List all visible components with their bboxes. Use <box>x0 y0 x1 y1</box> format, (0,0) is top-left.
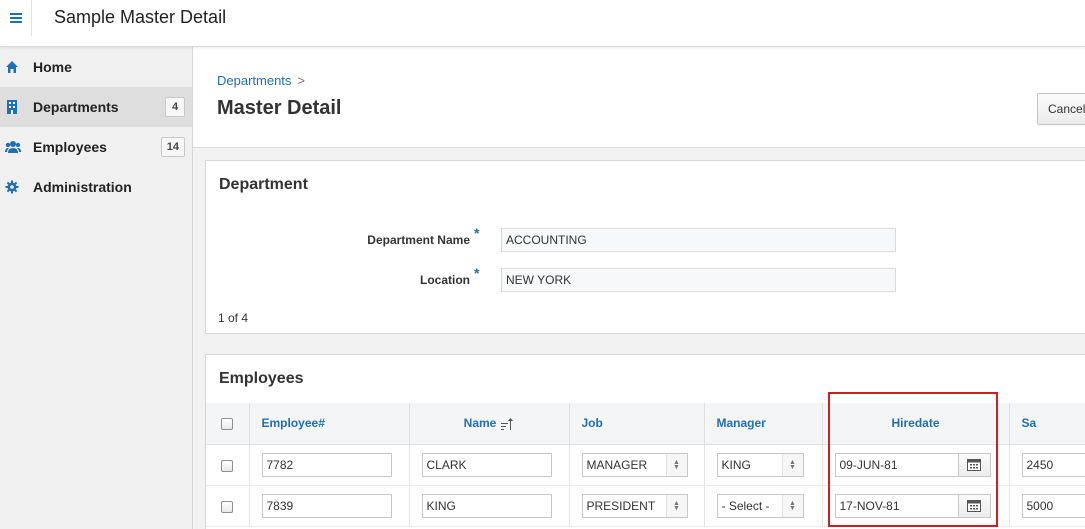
manager-cell: KING ▲ ▼ <box>704 444 823 486</box>
column-header-employee[interactable]: Employee# <box>249 403 410 445</box>
select-arrows-icon: ▲ ▼ <box>781 453 803 476</box>
hiredate-input[interactable]: 17-NOV-81 <box>834 493 959 518</box>
sidebar-item-label: Administration <box>33 179 132 195</box>
name-input[interactable]: KING <box>421 493 552 518</box>
name-cell: KING <box>409 485 570 527</box>
sidebar-item-label: Departments <box>33 99 119 115</box>
sidebar-item-label: Employees <box>33 139 107 155</box>
select-all-cell <box>206 403 250 445</box>
employee-number-cell: 7839 <box>249 485 410 527</box>
employees-region: Employees Employee# Name Job Manager Hir… <box>205 354 1085 529</box>
record-pager: 1 of 4 <box>218 311 249 325</box>
table-row: 7782 CLARK MANAGER ▲ ▼ KING ▲ ▼ 09-JUN-81 24… <box>206 444 1085 486</box>
salary-cell: 5000 <box>1009 485 1085 527</box>
breadcrumb-link-departments[interactable]: Departments <box>217 73 291 88</box>
row-checkbox[interactable] <box>221 500 234 513</box>
department-name-field[interactable]: ACCOUNTING <box>501 228 896 252</box>
breadcrumb-separator: > <box>297 73 306 88</box>
manager-select[interactable]: - Select - ▲ ▼ <box>716 493 804 518</box>
select-all-checkbox[interactable] <box>221 418 234 431</box>
select-arrows-icon: ▲ ▼ <box>665 494 687 517</box>
calendar-button[interactable] <box>958 452 991 477</box>
location-field[interactable]: NEW YORK <box>501 268 896 292</box>
name-input[interactable]: CLARK <box>421 452 552 477</box>
table-row: 7839 KING PRESIDENT ▲ ▼ - Select - ▲ ▼ 17-NO… <box>206 485 1085 527</box>
region-title: Department <box>219 176 308 193</box>
navigation-menu-button[interactable] <box>0 0 32 36</box>
select-value: PRESIDENT <box>586 498 656 513</box>
select-value: - Select - <box>721 498 770 513</box>
department-name-row: Department Name * ACCOUNTING <box>206 225 1085 252</box>
column-header-manager[interactable]: Manager <box>704 403 823 445</box>
building-icon <box>7 100 17 114</box>
job-select[interactable]: MANAGER ▲ ▼ <box>581 452 688 477</box>
hiredate-input[interactable]: 09-JUN-81 <box>834 452 959 477</box>
home-icon <box>6 61 18 73</box>
required-indicator: * <box>474 265 480 281</box>
app-title: Sample Master Detail <box>54 7 227 27</box>
count-badge: 4 <box>165 97 185 117</box>
column-header-job[interactable]: Job <box>569 403 705 445</box>
name-cell: CLARK <box>409 444 570 486</box>
column-header-hiredate[interactable]: Hiredate <box>822 403 1010 445</box>
gear-icon <box>5 180 19 194</box>
grid-header-row: Employee# Name Job Manager Hiredate Sa <box>206 403 1085 445</box>
hiredate-cell: 09-JUN-81 <box>822 444 1010 486</box>
page-title: Master Detail <box>217 97 342 119</box>
row-select-cell <box>206 444 250 486</box>
salary-input[interactable]: 2450 <box>1021 452 1085 477</box>
manager-cell: - Select - ▲ ▼ <box>704 485 823 527</box>
region-title: Employees <box>219 370 304 387</box>
department-region: Department Department Name * ACCOUNTING … <box>205 160 1085 334</box>
column-header-salary[interactable]: Sa <box>1009 403 1085 445</box>
calendar-button[interactable] <box>958 493 991 518</box>
sidebar-item-employees[interactable]: Employees 14 <box>0 127 192 167</box>
job-cell: MANAGER ▲ ▼ <box>569 444 705 486</box>
employee-number-cell: 7782 <box>249 444 410 486</box>
calendar-icon <box>967 500 981 512</box>
breadcrumb: Departments > <box>217 73 305 88</box>
select-value: MANAGER <box>586 457 648 472</box>
select-value: KING <box>721 457 751 472</box>
column-header-name[interactable]: Name <box>409 403 570 445</box>
sidebar: Home Departments 4 Employees 14 Administ… <box>0 47 193 529</box>
select-arrows-icon: ▲ ▼ <box>781 494 803 517</box>
count-badge: 14 <box>160 137 185 157</box>
department-name-label: Department Name <box>367 233 470 247</box>
job-select[interactable]: PRESIDENT ▲ ▼ <box>581 493 688 518</box>
column-header-label: Name <box>463 415 497 430</box>
app-header: Sample Master Detail <box>0 0 1085 47</box>
row-select-cell <box>206 485 250 527</box>
location-row: Location * NEW YORK <box>206 265 1085 292</box>
hiredate-picker: 17-NOV-81 <box>834 493 991 518</box>
sidebar-item-label: Home <box>33 59 72 75</box>
main-content: Departments > Master Detail Cancel Depart… <box>193 47 1085 529</box>
title-region: Departments > Master Detail Cancel <box>193 47 1085 148</box>
sidebar-item-home[interactable]: Home <box>0 47 192 87</box>
calendar-icon <box>967 459 981 471</box>
cancel-button[interactable]: Cancel <box>1037 93 1085 125</box>
hiredate-picker: 09-JUN-81 <box>834 452 991 477</box>
sort-ascending-icon <box>501 417 514 430</box>
users-icon <box>5 141 21 153</box>
hamburger-icon <box>9 13 22 23</box>
required-indicator: * <box>474 225 480 241</box>
manager-select[interactable]: KING ▲ ▼ <box>716 452 804 477</box>
employee-number-input[interactable]: 7839 <box>261 493 392 518</box>
sidebar-item-administration[interactable]: Administration <box>0 167 192 207</box>
employee-number-input[interactable]: 7782 <box>261 452 392 477</box>
row-checkbox[interactable] <box>221 459 234 472</box>
sidebar-item-departments[interactable]: Departments 4 <box>0 87 192 127</box>
salary-input[interactable]: 5000 <box>1021 493 1085 518</box>
hiredate-cell: 17-NOV-81 <box>822 485 1010 527</box>
location-label: Location <box>420 273 470 287</box>
employees-grid: Employee# Name Job Manager Hiredate Sa 7… <box>206 403 1085 527</box>
salary-cell: 2450 <box>1009 444 1085 486</box>
job-cell: PRESIDENT ▲ ▼ <box>569 485 705 527</box>
select-arrows-icon: ▲ ▼ <box>665 453 687 476</box>
